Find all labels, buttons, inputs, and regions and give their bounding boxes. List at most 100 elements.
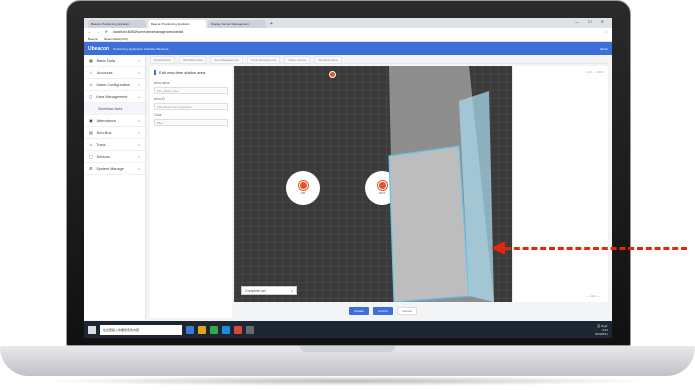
laptop-shadow xyxy=(40,376,655,386)
field-label: Area ID xyxy=(154,97,165,101)
sidebar-item-alarm[interactable]: ⚠ Alarm Configuration ▾ xyxy=(84,79,145,91)
taskbar-search[interactable]: 在这里输入你要搜索的内容 xyxy=(100,324,182,335)
room-wall-overlay xyxy=(388,66,494,302)
zoom-label: 1.00 ↔ 100% xyxy=(585,70,604,74)
chevron-down-icon: ▾ xyxy=(138,70,140,75)
app-icon[interactable] xyxy=(246,325,254,334)
sidebar-item-label: Devices xyxy=(96,154,111,159)
screen: Beacon Positioning Applicati... Beacon P… xyxy=(84,18,612,338)
layer-dropdown[interactable]: Complete set ∨ xyxy=(241,286,297,295)
gear-icon: ⚙ xyxy=(89,167,93,171)
laptop-notch xyxy=(300,346,395,352)
map-canvas[interactable]: LBS APFS Complete set ∨ xyxy=(234,66,512,302)
sidebar-item-accounts[interactable]: ☺ Accounts ▾ xyxy=(84,67,145,79)
grid-icon: ▦ xyxy=(89,59,93,63)
sidebar-item-nonbus[interactable]: ▤ Non-Bus ▾ xyxy=(84,127,145,139)
chevron-down-icon: ▾ xyxy=(138,142,140,147)
chevron-down-icon: ▾ xyxy=(138,82,140,87)
bus-icon: ▤ xyxy=(89,131,93,135)
bookmark-item[interactable]: Beacon(EasyCM) xyxy=(104,37,128,41)
sidebar-item-system[interactable]: ⚙ System Manage ▾ xyxy=(84,163,145,175)
field-label: Color xyxy=(154,113,162,117)
area-form: Edit new-time station area Area name Fir… xyxy=(150,66,232,318)
confirm-button[interactable]: Confirm xyxy=(373,307,393,315)
update-button[interactable]: Update xyxy=(349,307,369,315)
app-icon[interactable] xyxy=(210,325,218,334)
form-title: Edit new-time station area xyxy=(154,70,228,75)
sidebar-item-devices[interactable]: ▢ Devices ▾ xyxy=(84,151,145,163)
breadcrumb-tab[interactable]: Tools Management xyxy=(247,55,281,64)
breadcrumb-tab[interactable]: Video Source xyxy=(284,55,311,64)
dropdown-value: Complete set xyxy=(245,289,266,293)
scale-bar: — 10m — xyxy=(586,294,600,298)
reload-icon[interactable]: ⟳ xyxy=(105,30,108,34)
sidebar-item-label: Alarm Configuration xyxy=(96,82,130,87)
new-tab-button[interactable]: + xyxy=(270,20,273,28)
browser-tab[interactable]: Display Server Management xyxy=(208,20,266,28)
chevron-down-icon: ▾ xyxy=(138,154,140,159)
area-name-input[interactable]: Fire_Work_area xyxy=(154,87,228,94)
action-buttons: Update Confirm Cancel xyxy=(349,307,417,315)
chevron-down-icon: ▾ xyxy=(138,118,140,123)
bookmark-item[interactable]: Beacon xyxy=(88,37,98,41)
sidebar-item-label: Workflow Area xyxy=(98,106,123,111)
right-panel: 1.00 ↔ 100% — 10m — xyxy=(512,66,608,302)
window-controls[interactable]: — ☐ ✕ xyxy=(575,19,608,24)
tray-icons[interactable]: 英 ⊞ 🔊 xyxy=(595,324,608,328)
sidebar-item-label: Non-Bus xyxy=(96,130,112,135)
chevron-down-icon: ▾ xyxy=(138,58,140,63)
cancel-button[interactable]: Cancel xyxy=(397,307,417,315)
user-menu[interactable]: admin xyxy=(600,47,608,51)
app-header: Ubeacon Positioning Application Software… xyxy=(84,42,612,55)
chevron-down-icon: ▾ xyxy=(138,130,140,135)
star-icon[interactable]: ☆ xyxy=(605,30,608,34)
calendar-icon: ▣ xyxy=(89,119,93,123)
breadcrumb-tab[interactable]: Organization xyxy=(150,55,176,64)
address-bar: ← → ⟳ localhost:8080/home/areamanage/are… xyxy=(84,28,612,36)
chevron-up-icon: ▴ xyxy=(138,94,140,99)
sidebar-item-attendance[interactable]: ▣ Attendance ▾ xyxy=(84,115,145,127)
sidebar-item-label: Track xyxy=(96,142,106,147)
breadcrumb-tab[interactable]: Area Management xyxy=(210,55,243,64)
sidebar-item-label: Basic Data xyxy=(96,58,115,63)
browser-tab-active[interactable]: Beacon Positioning Applicati... xyxy=(148,20,206,28)
sidebar-item-label: System Manage xyxy=(96,166,124,171)
sidebar-item-label: Area Management xyxy=(96,94,128,99)
sidebar-item-label: Accounts xyxy=(96,70,113,75)
app-icon[interactable] xyxy=(186,325,194,334)
field-label: Area name xyxy=(154,81,170,85)
forward-icon[interactable]: → xyxy=(97,30,101,34)
app-logo: Ubeacon xyxy=(88,45,110,52)
callout-arrow-head-icon xyxy=(491,241,505,255)
breadcrumb-tab[interactable]: Workflow Area xyxy=(314,55,342,64)
chevron-down-icon: ∨ xyxy=(290,289,293,293)
sidebar-item-label: Attendance xyxy=(96,118,116,123)
browser-tab[interactable]: Beacon Positioning Applicati... xyxy=(88,20,146,28)
sidebar-item-basic-data[interactable]: ▦ Basic Data ▾ xyxy=(84,55,145,67)
app-name: Positioning Application Software Backend xyxy=(113,46,169,51)
windows-start-icon[interactable] xyxy=(88,325,96,334)
back-icon[interactable]: ← xyxy=(88,30,92,34)
area-icon: ◻ xyxy=(89,95,93,99)
sidebar-item-track[interactable]: ↘ Track ▾ xyxy=(84,139,145,151)
breadcrumb: Organization Workflow Area Area Manageme… xyxy=(150,55,608,64)
track-icon: ↘ xyxy=(89,143,93,147)
selected-area[interactable] xyxy=(388,145,470,302)
breadcrumb-tab[interactable]: Workflow Area xyxy=(179,55,207,64)
url-field[interactable]: localhost:8080/home/areamanage/area/deta… xyxy=(113,30,600,34)
person-icon: ☺ xyxy=(89,70,93,75)
device-icon: ▢ xyxy=(89,155,93,159)
sidebar-subitem-workflow[interactable]: Workflow Area xyxy=(84,103,145,115)
app-icon[interactable] xyxy=(234,325,242,334)
color-select[interactable]: Blue xyxy=(154,119,228,126)
alert-icon: ⚠ xyxy=(89,83,93,87)
browser-icon[interactable] xyxy=(222,325,230,334)
area-id-input[interactable]: Scheduled Fire Inspection xyxy=(154,103,228,110)
folder-icon[interactable] xyxy=(198,325,206,334)
sidebar-item-area[interactable]: ◻ Area Management ▴ xyxy=(84,91,145,103)
browser-tab-strip: Beacon Positioning Applicati... Beacon P… xyxy=(84,18,612,28)
chevron-down-icon: ▾ xyxy=(138,166,140,171)
callout-arrow-line xyxy=(505,247,687,250)
taskbar: 在这里输入你要搜索的内容 英 ⊞ 🔊 9:42 2020/8/11 xyxy=(84,321,612,338)
sidebar: ▦ Basic Data ▾ ☺ Accounts ▾ ⚠ Alarm Configura… xyxy=(84,55,146,320)
